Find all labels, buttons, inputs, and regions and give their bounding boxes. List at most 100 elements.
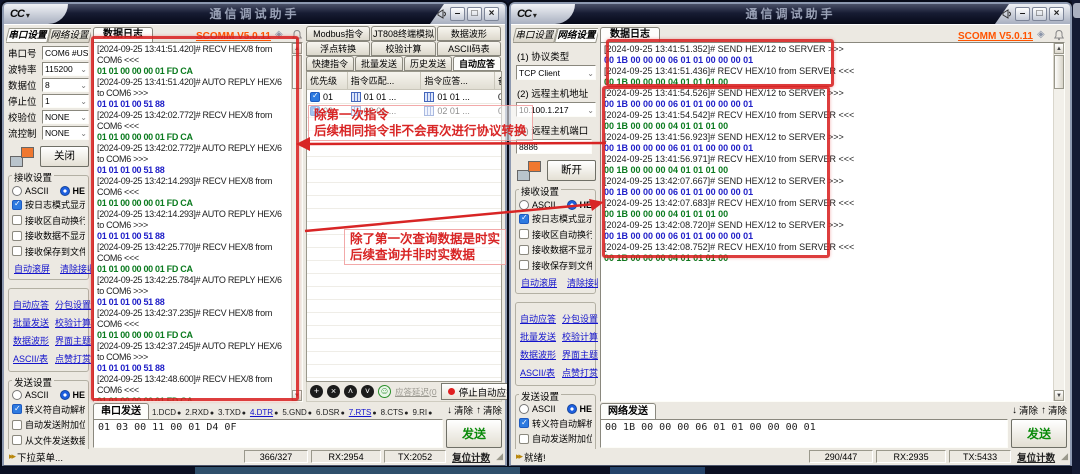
tab-network-settings[interactable]: 网络设置: [554, 28, 598, 43]
mid-tab[interactable]: 快捷指令: [306, 56, 354, 71]
clear-recv-button[interactable]: 清除: [1012, 403, 1038, 419]
checkbox[interactable]: [519, 418, 529, 428]
row-checkbox[interactable]: [310, 92, 320, 102]
auto-scroll-link[interactable]: 自动滚屏: [14, 262, 50, 275]
checkbox[interactable]: [12, 231, 22, 241]
tool-link[interactable]: 校验计算: [562, 330, 598, 343]
remote-port-input[interactable]: [516, 139, 592, 154]
serial-log-box[interactable]: [2024-09-25 13:41:51.420]# RECV HEX/8 fr…: [93, 42, 303, 402]
tool-link[interactable]: 批量发送: [520, 330, 556, 343]
scroll-up-icon[interactable]: ▲: [292, 43, 302, 54]
move-down-button[interactable]: [361, 385, 374, 398]
diamond-icon[interactable]: ◈: [275, 29, 287, 41]
clear-send-button[interactable]: 清除: [476, 403, 502, 419]
pin-indicator[interactable]: 3.TXD: [218, 408, 246, 417]
mid-tab[interactable]: 历史发送: [404, 56, 452, 71]
recv-option[interactable]: 接收区自动换行: [12, 214, 85, 227]
auto-scroll-link[interactable]: 自动滚屏: [521, 276, 557, 289]
smiley-icon[interactable]: [378, 385, 391, 398]
resize-grip[interactable]: [1061, 451, 1068, 462]
pin-indicator[interactable]: 2.RXD: [185, 408, 214, 417]
pin-indicator[interactable]: 6.DSR: [316, 408, 345, 417]
minimize-button[interactable]: –: [1015, 7, 1030, 21]
send-option[interactable]: 从文件发送数据..: [12, 434, 85, 447]
ascii-radio[interactable]: [519, 404, 529, 414]
delete-rule-button[interactable]: [327, 385, 340, 398]
tool-link[interactable]: 分包设置: [55, 298, 91, 311]
bell-icon[interactable]: [291, 29, 303, 41]
tab-serial-settings[interactable]: 串口设置: [6, 28, 51, 43]
add-rule-button[interactable]: [310, 385, 323, 398]
reply-delay-label[interactable]: 应答延迟(0: [395, 386, 437, 398]
tool-link[interactable]: 自动应答: [520, 312, 556, 325]
tab-serial-send[interactable]: 串口发送: [93, 403, 149, 419]
hex-radio[interactable]: [567, 200, 577, 210]
hex-radio[interactable]: [60, 390, 70, 400]
checkbox[interactable]: [519, 434, 529, 444]
send-button[interactable]: 发送: [1011, 419, 1067, 448]
mid-tab[interactable]: Modbus指令: [306, 26, 370, 41]
mid-tab[interactable]: 浮点转换: [306, 41, 370, 56]
send-option[interactable]: 自动发送附加位: [519, 432, 592, 445]
checkbox[interactable]: [12, 215, 22, 225]
field-combo[interactable]: 115200: [42, 62, 89, 76]
network-log-box[interactable]: [2024-09-25 13:41:51.352]# SEND HEX/12 t…: [600, 42, 1065, 402]
tab-network-settings[interactable]: 网络设置: [47, 28, 91, 43]
tool-link[interactable]: 数据波形: [13, 334, 49, 347]
recv-option[interactable]: 接收数据不显示: [519, 243, 592, 256]
mid-tab[interactable]: 校验计算: [371, 41, 435, 56]
serial-send-input[interactable]: [93, 419, 443, 448]
pin-indicator[interactable]: 8.CTS: [381, 408, 409, 417]
close-port-button[interactable]: 关闭: [40, 146, 89, 167]
tool-link[interactable]: 校验计算: [55, 316, 91, 329]
recv-option[interactable]: 接收保存到文件...: [519, 259, 592, 272]
clear-recv-link[interactable]: 清除接收: [60, 262, 91, 275]
mid-tab[interactable]: 批量发送: [355, 56, 403, 71]
disconnect-button[interactable]: 断开: [547, 160, 596, 181]
tool-link[interactable]: 点赞打赏: [55, 352, 91, 365]
tab-serial-settings[interactable]: 串口设置: [513, 28, 558, 43]
tool-link[interactable]: ASCII/表: [13, 352, 49, 365]
mid-tab[interactable]: 自动应答: [453, 56, 501, 71]
bell-icon[interactable]: [1053, 29, 1065, 41]
tool-link[interactable]: 批量发送: [13, 316, 49, 329]
tab-network-send[interactable]: 网络发送: [600, 403, 656, 419]
ascii-radio[interactable]: [12, 390, 22, 400]
send-option[interactable]: 转义符自动解析 ⓘ: [519, 417, 592, 430]
pin-indicator[interactable]: 9.RI: [412, 408, 432, 417]
log-scrollbar[interactable]: ▲ ▼: [1053, 43, 1064, 401]
clear-send-button[interactable]: 清除: [1041, 403, 1067, 419]
log-scrollbar[interactable]: ▲ ▼: [291, 43, 302, 401]
recv-option[interactable]: 接收区自动换行: [519, 228, 592, 241]
checkbox[interactable]: [519, 229, 529, 239]
checkbox[interactable]: [12, 420, 22, 430]
mid-tab[interactable]: JT808终端模拟: [371, 26, 435, 41]
hex-radio[interactable]: [567, 404, 577, 414]
field-combo[interactable]: NONE: [42, 126, 89, 140]
hex-radio[interactable]: [60, 186, 70, 196]
minimize-button[interactable]: –: [450, 7, 465, 21]
app-version-link[interactable]: SCOMM V5.0.11: [196, 31, 271, 42]
clear-recv-button[interactable]: 清除: [447, 403, 473, 419]
statusbar-label[interactable]: 下拉菜单...: [17, 450, 63, 464]
recv-option[interactable]: 接收保存到文件...: [12, 245, 85, 258]
ascii-radio[interactable]: [12, 186, 22, 196]
resize-grip[interactable]: [496, 451, 503, 462]
tool-link[interactable]: ASCII/表: [520, 366, 556, 379]
close-window-button[interactable]: ×: [1049, 7, 1064, 21]
pin-indicator[interactable]: 5.GND: [282, 408, 312, 417]
field-combo[interactable]: 8: [42, 78, 89, 92]
pin-indicator[interactable]: 7.RTS: [349, 408, 377, 417]
tool-link[interactable]: 自动应答: [13, 298, 49, 311]
pin-indicator[interactable]: 1.DCD: [152, 408, 181, 417]
tool-link[interactable]: 数据波形: [520, 348, 556, 361]
reset-counter-link[interactable]: 复位计数: [452, 450, 490, 464]
app-version-link[interactable]: SCOMM V5.0.11: [958, 31, 1033, 42]
scroll-thumb[interactable]: [292, 55, 302, 89]
tool-link[interactable]: 分包设置: [562, 312, 598, 325]
scroll-up-icon[interactable]: ▲: [1054, 43, 1064, 54]
field-combo[interactable]: COM6 #USB: [42, 46, 89, 60]
checkbox[interactable]: [12, 404, 22, 414]
tab-data-log[interactable]: 数据日志: [93, 27, 153, 42]
clear-recv-link[interactable]: 清除接收: [567, 276, 598, 289]
